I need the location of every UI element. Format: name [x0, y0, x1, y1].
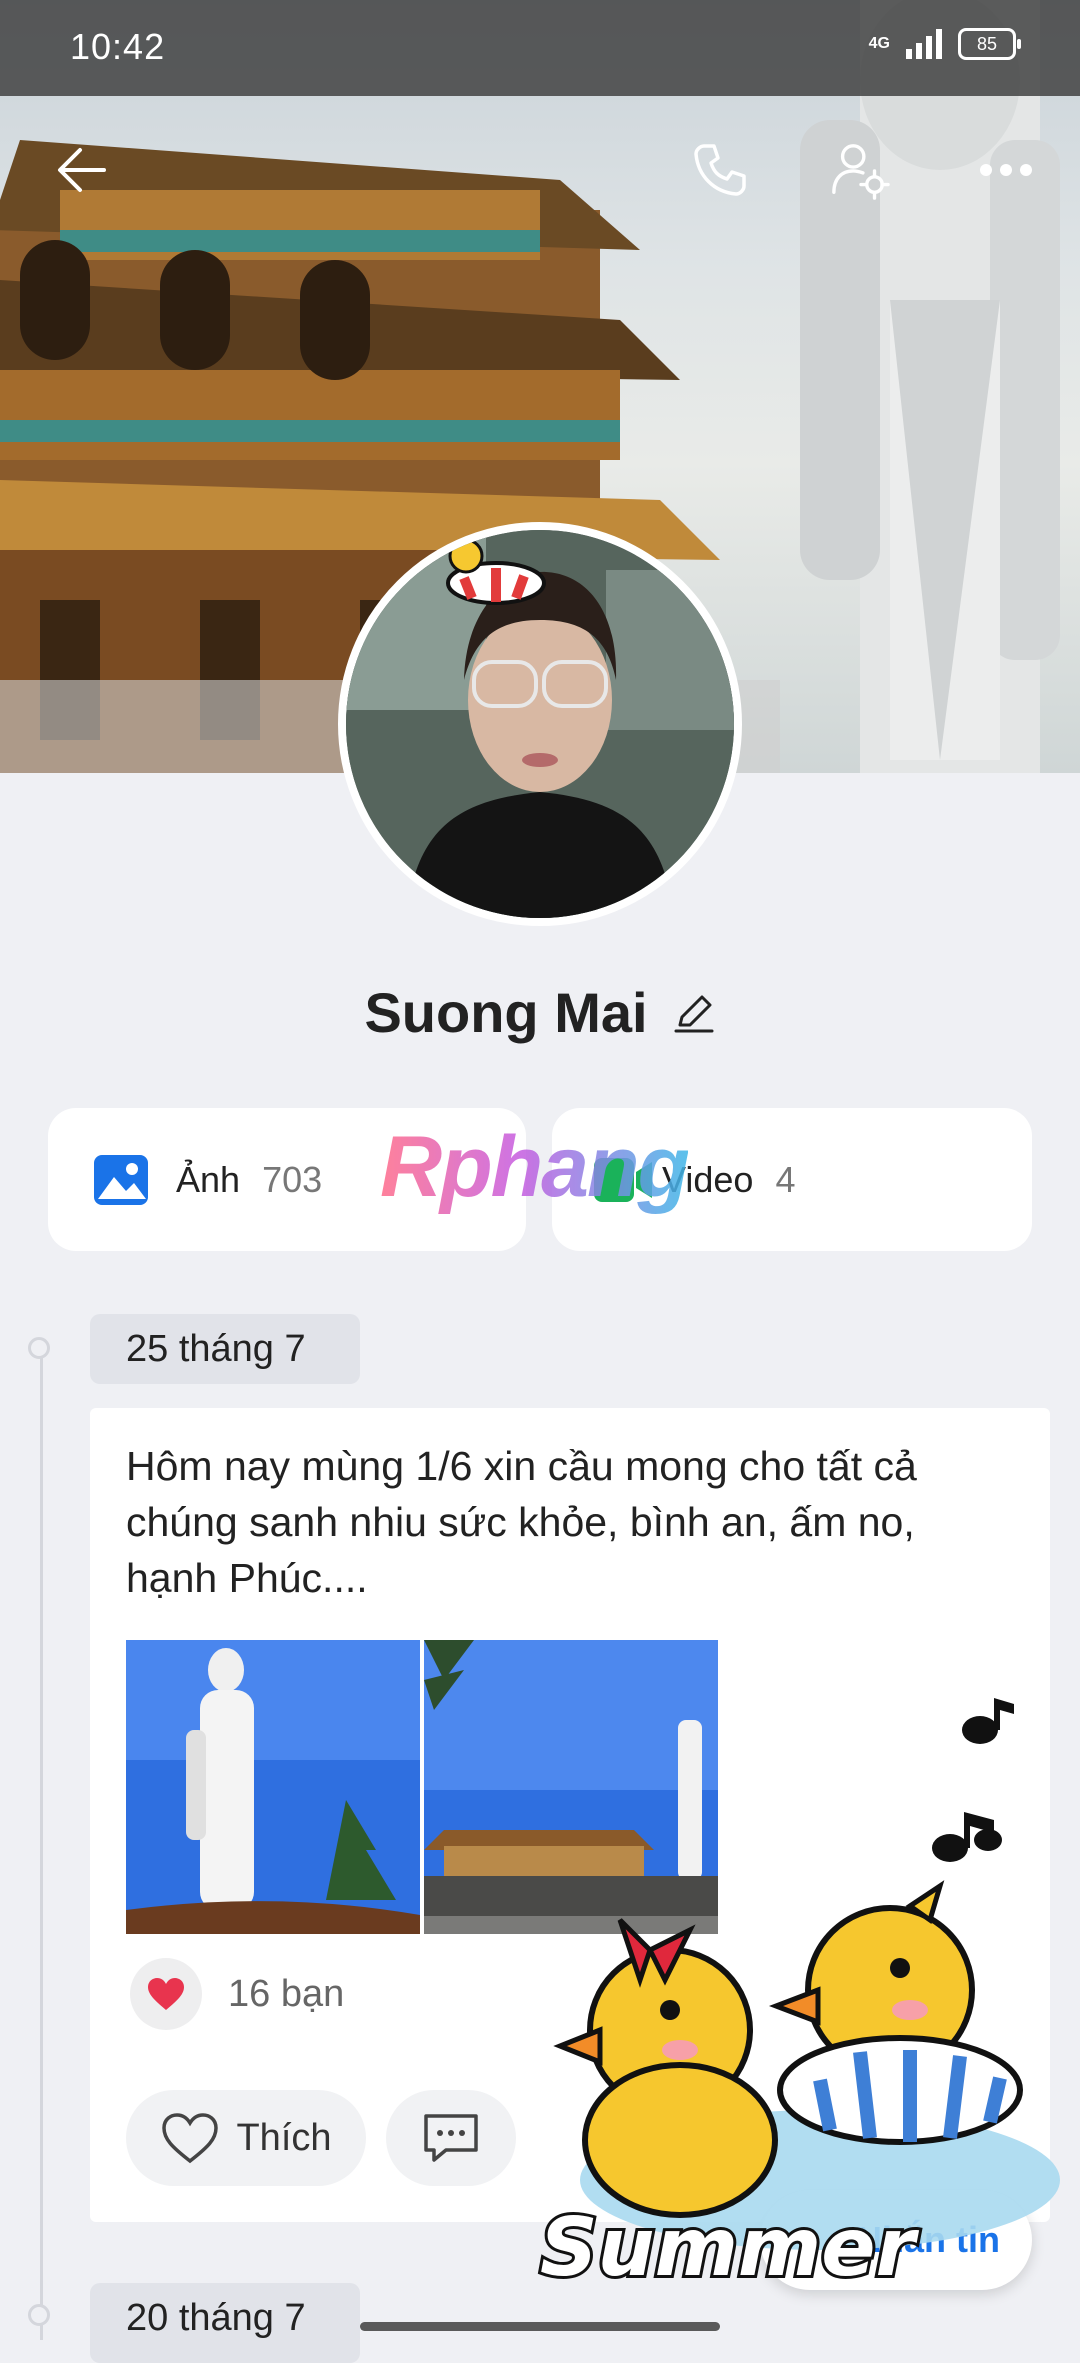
photo-gallery-icon: [94, 1154, 148, 1205]
post-date-chip: 25 tháng 7: [90, 1314, 360, 1384]
videos-count: 4: [775, 1158, 796, 1200]
home-indicator[interactable]: [360, 2322, 720, 2331]
arrow-left-icon: [58, 148, 106, 192]
user-settings-icon: [832, 144, 890, 200]
back-button[interactable]: [52, 140, 112, 200]
avatar[interactable]: [338, 522, 742, 926]
post-date-chip: 20 tháng 7: [90, 2283, 360, 2363]
heart-reaction-badge: [130, 1958, 202, 2030]
statue-image: [800, 0, 1060, 773]
like-button[interactable]: Thích: [126, 2090, 366, 2186]
network-type: 4G: [868, 35, 890, 52]
sticker-text: Summer: [540, 2201, 920, 2290]
timeline-dot: [28, 2304, 50, 2326]
phone-icon: [694, 144, 746, 196]
profile-name-row: Suong Mai: [0, 980, 1080, 1045]
watermark-logo: Rphang: [380, 1119, 690, 1215]
reaction-summary[interactable]: 16 bạn: [130, 1958, 344, 2030]
more-dots-icon: [980, 164, 1032, 176]
statue-photo: [126, 1640, 420, 1934]
signal-icon: [906, 29, 942, 59]
reaction-count: 16 bạn: [228, 1972, 345, 2015]
comment-icon: [424, 2114, 478, 2162]
post-text: Hôm nay mùng 1/6 xin cầu mong cho tất cả…: [126, 1443, 917, 1601]
heart-filled-icon: [148, 1978, 184, 2010]
battery-icon: 85: [958, 28, 1021, 60]
status-bar: 10:42 4G 85: [0, 0, 1080, 96]
edit-pencil-icon[interactable]: [672, 991, 716, 1035]
timeline-line: [40, 1358, 43, 2340]
more-options-button[interactable]: [976, 140, 1036, 200]
heart-outline-icon: [162, 2113, 219, 2164]
status-icons: 4G 85: [868, 28, 1021, 60]
profile-settings-button[interactable]: [830, 140, 890, 200]
call-button[interactable]: [690, 140, 750, 200]
photos-count: 703: [262, 1158, 323, 1200]
profile-name: Suong Mai: [364, 981, 648, 1044]
status-time: 10:42: [70, 26, 166, 67]
timeline-dot: [28, 1337, 50, 1359]
photos-label: Ảnh: [176, 1158, 241, 1200]
post-photo[interactable]: [126, 1640, 420, 1934]
like-label: Thích: [236, 2116, 332, 2159]
duck-float-sticker-icon: [446, 538, 546, 605]
comment-button[interactable]: [386, 2090, 516, 2186]
summer-ducks-sticker-icon: Summer: [537, 1698, 1060, 2290]
